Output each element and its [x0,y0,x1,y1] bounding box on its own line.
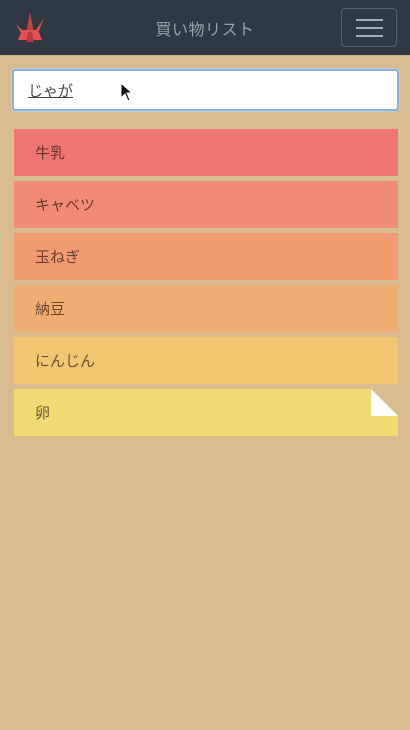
list-item[interactable]: キャベツ [14,181,398,228]
page-curl-icon[interactable] [371,389,398,416]
list-item-label: にんじん [35,352,96,370]
list-item-label: 納豆 [35,300,66,318]
search-field[interactable] [12,69,399,111]
list-item-label: キャベツ [35,196,96,214]
search-input[interactable] [14,71,397,109]
hamburger-menu-icon [355,34,383,37]
hamburger-menu-icon [355,26,383,29]
list-item[interactable]: にんじん [14,337,398,384]
mouse-pointer-icon [120,82,134,102]
list-item-label: 牛乳 [35,144,66,162]
list-item-label: 玉ねぎ [35,248,81,266]
list-item[interactable]: 納豆 [14,285,398,332]
hamburger-menu-icon [355,18,383,21]
list-item[interactable]: 玉ねぎ [14,233,398,280]
list-item[interactable]: 牛乳 [14,129,398,176]
list-item-label: 卵 [35,404,51,422]
list-item[interactable]: 卵 [14,389,398,436]
menu-toggle-button[interactable] [341,8,397,47]
navbar: 買い物リスト [0,0,410,55]
shopping-list: 牛乳 キャベツ 玉ねぎ 納豆 にんじん 卵 [14,129,398,441]
